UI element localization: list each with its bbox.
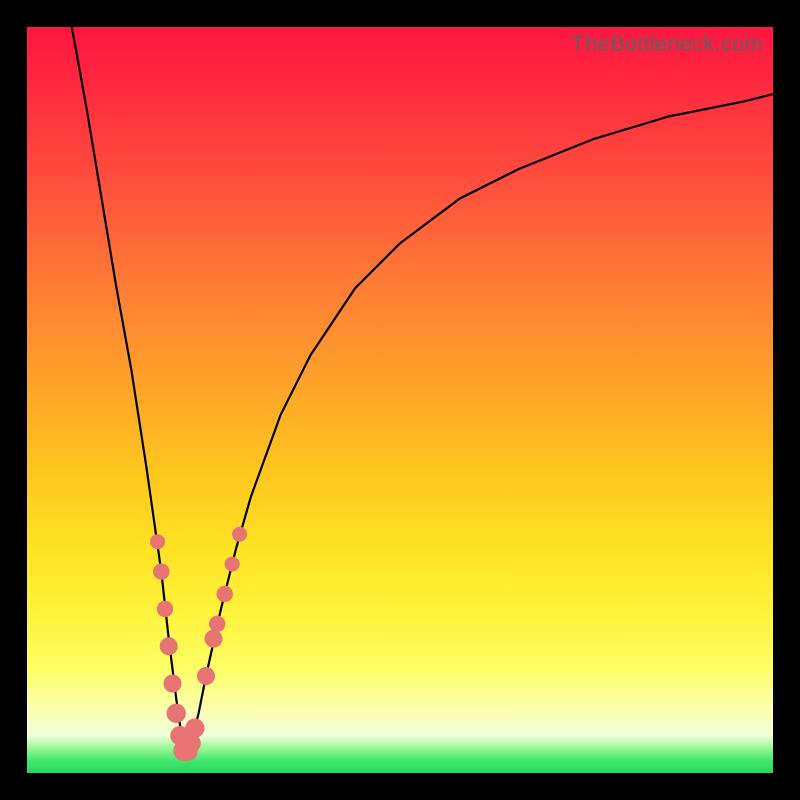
chart-svg [27,27,773,773]
marker-dot [185,719,204,738]
marker-dot [205,630,223,648]
marker-dot [217,586,233,602]
marker-dot [164,675,182,693]
marker-group [150,527,247,761]
marker-dot [232,527,247,542]
curve-group [72,27,773,751]
plot-area: TheBottleneck.com [27,27,773,773]
curve-right-branch [184,94,773,751]
marker-dot [157,601,173,617]
marker-dot [167,704,186,723]
marker-dot [160,637,178,655]
marker-dot [209,616,225,632]
marker-dot [153,563,169,579]
marker-dot [197,667,215,685]
chart-frame: TheBottleneck.com [0,0,800,800]
marker-dot [150,534,165,549]
marker-dot [225,557,240,572]
